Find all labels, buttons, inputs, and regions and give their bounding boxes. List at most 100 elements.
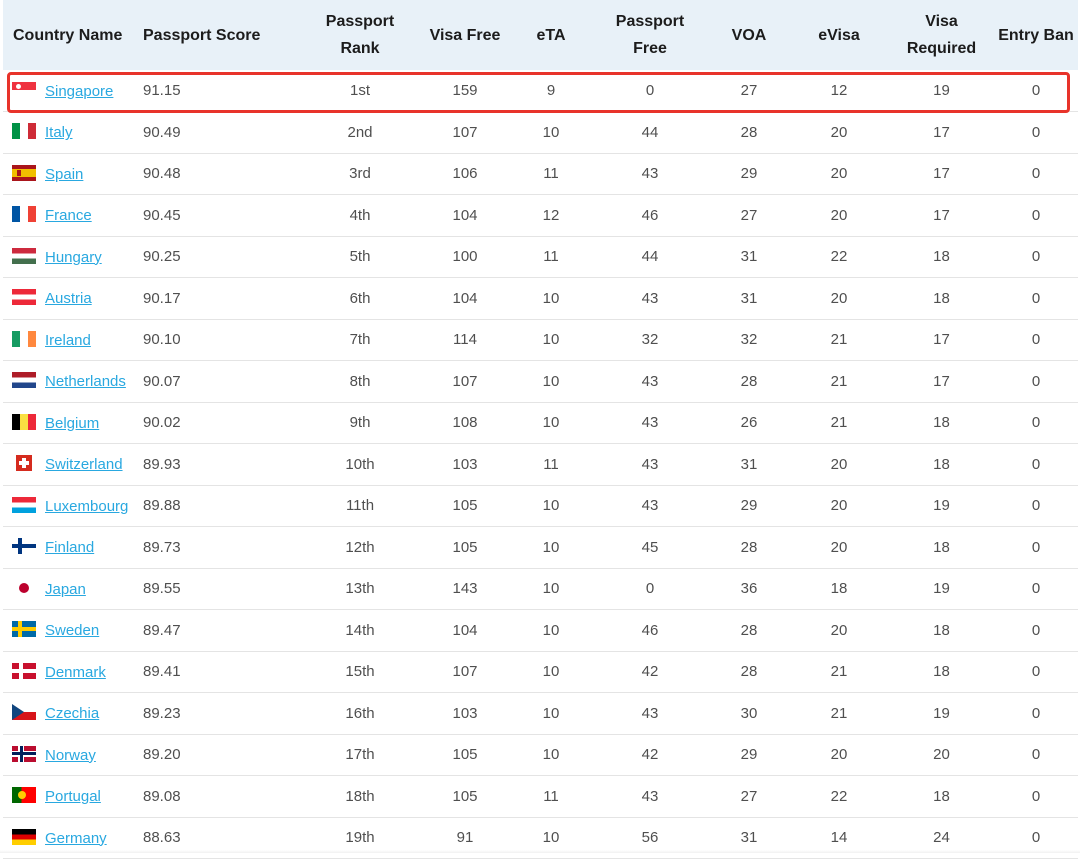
voa-cell: 27 [709, 775, 789, 818]
entry-ban-cell: 0 [994, 236, 1078, 278]
table-row[interactable]: Sweden 89.47 14th 104 10 46 28 20 18 0 [3, 609, 1078, 652]
at-flag-icon [12, 289, 36, 306]
table-row[interactable]: Singapore 91.15 1st 159 9 0 27 12 19 0 [3, 70, 1078, 112]
eta-cell: 11 [511, 153, 591, 195]
country-link[interactable]: Japan [45, 581, 86, 598]
evisa-cell: 20 [789, 111, 889, 154]
country-cell: Austria [3, 277, 137, 320]
nl-flag-icon [12, 372, 36, 389]
passport-score-cell: 90.07 [137, 360, 301, 403]
passport-free-cell: 46 [591, 609, 709, 652]
country-link[interactable]: Denmark [45, 664, 106, 681]
entry-ban-cell: 0 [994, 485, 1078, 527]
voa-cell: 27 [709, 70, 789, 112]
passport-free-cell: 32 [591, 319, 709, 361]
table-row[interactable]: Spain 90.48 3rd 106 11 43 29 20 17 0 [3, 153, 1078, 195]
country-link[interactable]: Czechia [45, 705, 99, 722]
country-link[interactable]: Portugal [45, 788, 101, 805]
evisa-cell: 21 [789, 692, 889, 735]
table-row[interactable]: Denmark 89.41 15th 107 10 42 28 21 18 0 [3, 651, 1078, 693]
table-row[interactable]: Norway 89.20 17th 105 10 42 29 20 20 0 [3, 734, 1078, 776]
passport-rank-cell: 3rd [301, 153, 419, 195]
passport-score-cell: 90.10 [137, 319, 301, 361]
passport-free-cell: 43 [591, 153, 709, 195]
table-row[interactable]: Ireland 90.10 7th 114 10 32 32 21 17 0 [3, 319, 1078, 361]
country-link[interactable]: Hungary [45, 249, 102, 266]
table-row[interactable]: Austria 90.17 6th 104 10 43 31 20 18 0 [3, 277, 1078, 320]
visa-required-cell: 18 [889, 651, 994, 693]
country-cell: Norway [3, 734, 137, 776]
voa-cell: 29 [709, 734, 789, 776]
country-link[interactable]: Ireland [45, 332, 91, 349]
header-passport-rank[interactable]: Passport Rank [301, 0, 419, 70]
country-cell: Portugal [3, 775, 137, 818]
header-voa[interactable]: VOA [709, 0, 789, 70]
country-cell: Switzerland [3, 443, 137, 486]
header-eta[interactable]: eTA [511, 0, 591, 70]
table-row[interactable]: Belgium 90.02 9th 108 10 43 26 21 18 0 [3, 402, 1078, 444]
country-cell: Japan [3, 568, 137, 610]
country-link[interactable]: Netherlands [45, 373, 126, 390]
eta-cell: 10 [511, 402, 591, 444]
country-link[interactable]: Italy [45, 124, 73, 141]
passport-score-cell: 90.45 [137, 194, 301, 237]
country-link[interactable]: Sweden [45, 622, 99, 639]
passport-score-cell: 89.41 [137, 651, 301, 693]
passport-rank-cell: 11th [301, 485, 419, 527]
table-row[interactable]: Portugal 89.08 18th 105 11 43 27 22 18 0 [3, 775, 1078, 818]
lu-flag-icon [12, 496, 36, 513]
header-visa-required[interactable]: Visa Required [889, 0, 994, 70]
country-link[interactable]: Austria [45, 290, 92, 307]
header-passport-score[interactable]: Passport Score [137, 0, 301, 70]
passport-free-cell: 0 [591, 568, 709, 610]
passport-score-cell: 89.20 [137, 734, 301, 776]
header-entry-ban[interactable]: Entry Ban [994, 0, 1078, 70]
table-row[interactable]: Italy 90.49 2nd 107 10 44 28 20 17 0 [3, 111, 1078, 154]
passport-rank-cell: 17th [301, 734, 419, 776]
passport-score-cell: 89.55 [137, 568, 301, 610]
header-country-name[interactable]: Country Name [3, 0, 137, 70]
country-link[interactable]: Norway [45, 747, 96, 764]
passport-rank-cell: 4th [301, 194, 419, 237]
evisa-cell: 18 [789, 568, 889, 610]
country-cell: Luxembourg [3, 485, 137, 527]
header-passport-free[interactable]: Passport Free [591, 0, 709, 70]
country-link[interactable]: Belgium [45, 415, 99, 432]
evisa-cell: 20 [789, 153, 889, 195]
table-row[interactable]: Netherlands 90.07 8th 107 10 43 28 21 17 0 [3, 360, 1078, 403]
country-link[interactable]: Finland [45, 539, 94, 556]
country-link[interactable]: Germany [45, 830, 107, 847]
table-row[interactable]: Japan 89.55 13th 143 10 0 36 18 19 0 [3, 568, 1078, 610]
voa-cell: 28 [709, 609, 789, 652]
evisa-cell: 20 [789, 277, 889, 320]
passport-rank-cell: 1st [301, 70, 419, 112]
passport-rank-cell: 7th [301, 319, 419, 361]
passport-rank-cell: 8th [301, 360, 419, 403]
table-row[interactable]: Finland 89.73 12th 105 10 45 28 20 18 0 [3, 526, 1078, 569]
table-row[interactable]: Luxembourg 89.88 11th 105 10 43 29 20 19 0 [3, 485, 1078, 527]
visa-free-cell: 114 [419, 319, 511, 361]
header-visa-free[interactable]: Visa Free [419, 0, 511, 70]
visa-free-cell: 107 [419, 651, 511, 693]
passport-score-cell: 89.23 [137, 692, 301, 735]
eta-cell: 10 [511, 692, 591, 735]
eta-cell: 10 [511, 360, 591, 403]
header-evisa[interactable]: eVisa [789, 0, 889, 70]
entry-ban-cell: 0 [994, 651, 1078, 693]
country-cell: Netherlands [3, 360, 137, 403]
country-link[interactable]: Luxembourg [45, 498, 128, 515]
table-row[interactable]: Czechia 89.23 16th 103 10 43 30 21 19 0 [3, 692, 1078, 735]
evisa-cell: 20 [789, 194, 889, 237]
table-row[interactable]: Hungary 90.25 5th 100 11 44 31 22 18 0 [3, 236, 1078, 278]
country-link[interactable]: Switzerland [45, 456, 123, 473]
table-row[interactable]: France 90.45 4th 104 12 46 27 20 17 0 [3, 194, 1078, 237]
country-link[interactable]: France [45, 207, 92, 224]
country-link[interactable]: Singapore [45, 83, 113, 100]
visa-required-cell: 18 [889, 609, 994, 652]
visa-required-cell: 19 [889, 692, 994, 735]
voa-cell: 28 [709, 651, 789, 693]
voa-cell: 28 [709, 111, 789, 154]
table-row[interactable]: Switzerland 89.93 10th 103 11 43 31 20 18 0 [3, 443, 1078, 486]
voa-cell: 31 [709, 443, 789, 486]
country-link[interactable]: Spain [45, 166, 83, 183]
